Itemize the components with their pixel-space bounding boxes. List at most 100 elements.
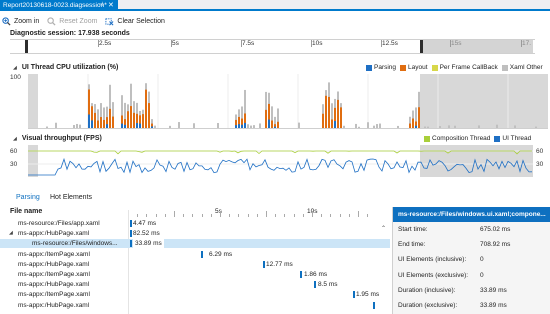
xaml-other-bar xyxy=(250,125,252,128)
xaml-other-bar xyxy=(535,126,537,128)
tree-row-file-name: ms-resource:/Files/app.xaml xyxy=(18,220,100,227)
tree-row[interactable]: ms-appx:/ItemPage.xaml 6.29 ms xyxy=(0,250,390,259)
tree-row[interactable]: ms-appx:/HubPage.xaml xyxy=(0,301,390,310)
clear-selection-label: Clear Selection xyxy=(117,17,165,25)
details-value: 708.92 ms xyxy=(480,241,511,249)
duration-bar[interactable] xyxy=(314,281,316,289)
timeline-tick xyxy=(238,214,240,217)
parsing-timeline-ruler: 5s 10s xyxy=(128,208,375,217)
tab-parsing[interactable]: Parsing xyxy=(16,192,40,204)
toolbar: Zoom in Reset Zoom Clear Selection xyxy=(0,13,550,29)
timeline-tick xyxy=(293,214,295,217)
cpu-utilization-chart[interactable] xyxy=(28,74,548,129)
fps-legend: Composition Thread UI Thread xyxy=(420,135,531,142)
parsing-bar xyxy=(238,124,240,128)
document-tab-strip: Report20130618-0023.diagsession* ⊣ ✕ xyxy=(0,0,550,11)
clear-selection-button[interactable]: Clear Selection xyxy=(105,14,165,28)
layout-bar xyxy=(322,113,324,128)
session-ruler[interactable]: 2.5s 5s 7.5s 10s 12.5s 15s 17. xyxy=(10,39,535,54)
details-key: Duration (exclusive): xyxy=(398,302,458,309)
session-duration-label: Diagnostic session: 17.938 seconds xyxy=(10,30,130,37)
scroll-up-chevron-icon[interactable]: ⌃ xyxy=(381,225,386,232)
tree-row[interactable]: ◢ ms-appx:/HubPage.xaml 82.52 ms xyxy=(0,229,390,238)
layout-bar xyxy=(100,117,102,128)
timeline-tick xyxy=(266,211,267,217)
timeline-tick xyxy=(358,211,359,217)
timeline-tick xyxy=(321,214,323,217)
layout-bar xyxy=(409,123,411,128)
zoom-in-button[interactable]: Zoom in xyxy=(2,14,39,28)
details-row: Start time: 675.02 ms xyxy=(393,223,550,237)
details-value: 0 xyxy=(480,256,484,264)
file-name-column-header[interactable]: File name xyxy=(10,208,42,215)
xaml-other-bar xyxy=(514,125,516,128)
details-row: UI Elements (exclusive): 0 xyxy=(393,269,550,283)
tree-row[interactable]: ms-appx:/ItemPage.xaml 1.95 ms xyxy=(0,290,390,299)
document-tab-title: Report20130618-0023.diagsession* xyxy=(3,2,107,9)
tab-hot-elements[interactable]: Hot Elements xyxy=(50,192,92,204)
expand-triangle-icon[interactable]: ◢ xyxy=(9,229,13,238)
duration-bar[interactable] xyxy=(353,291,355,299)
layout-bar xyxy=(133,112,135,128)
clear-selection-icon xyxy=(105,17,114,25)
legend-swatch xyxy=(400,64,407,71)
layout-bar xyxy=(130,106,132,128)
xaml-other-bar xyxy=(253,125,255,128)
legend-swatch xyxy=(431,64,438,71)
details-row: UI Elements (inclusive): 0 xyxy=(393,253,550,267)
close-icon[interactable]: ✕ xyxy=(108,0,114,11)
legend-label: Layout xyxy=(408,64,428,71)
details-value: 33.89 ms xyxy=(480,302,507,309)
duration-label: 4.47 ms xyxy=(133,220,157,227)
ruler-selection-start-handle[interactable] xyxy=(25,40,28,53)
collapse-triangle-icon[interactable]: ◢ xyxy=(13,136,17,142)
tree-row[interactable]: ms-appx:/ItemPage.xaml 1.86 ms xyxy=(0,270,390,279)
xaml-other-bar xyxy=(427,126,429,128)
chart-unselected-region xyxy=(28,74,38,129)
duration-bar[interactable] xyxy=(130,220,132,227)
timeline-tick xyxy=(348,214,350,217)
duration-bar[interactable] xyxy=(373,301,375,309)
reset-zoom-button[interactable]: Reset Zoom xyxy=(47,14,97,28)
fps-chart[interactable] xyxy=(28,145,533,177)
details-row: End time: 708.92 ms xyxy=(393,238,550,252)
xaml-other-bar xyxy=(367,122,369,128)
cpu-section-title: UI Thread CPU utilization (%) xyxy=(21,64,119,71)
timeline-tick xyxy=(210,214,212,217)
timeline-tick xyxy=(229,214,231,217)
parsing-bar xyxy=(415,125,417,128)
xaml-other-bar xyxy=(439,126,441,128)
xaml-other-bar xyxy=(379,123,381,128)
legend-label: Per Frame CallBack xyxy=(439,64,498,71)
zoom-in-icon xyxy=(2,16,11,26)
xaml-other-bar xyxy=(154,125,156,128)
duration-bar[interactable] xyxy=(300,271,302,278)
tree-row-file-name: ms-appx:/HubPage.xaml xyxy=(18,260,90,268)
ruler-tick-label: 2.5s xyxy=(99,40,112,47)
layout-bar xyxy=(109,108,111,128)
ruler-selection-end-handle[interactable] xyxy=(420,40,423,53)
tree-row[interactable]: ms-resource:/Files/windows... 33.89 ms xyxy=(0,239,390,249)
tree-row[interactable]: ms-appx:/HubPage.xaml 8.5 ms xyxy=(0,280,390,289)
duration-bar[interactable] xyxy=(130,240,132,248)
layout-bar xyxy=(148,103,150,128)
parsing-bar xyxy=(121,123,123,128)
details-key: End time: xyxy=(398,241,426,249)
duration-bar[interactable] xyxy=(201,250,203,258)
duration-bar[interactable] xyxy=(263,260,265,268)
parsing-bar xyxy=(334,120,336,128)
cpu-legend: Parsing Layout Per Frame CallBack Xaml O… xyxy=(362,64,543,71)
tree-row[interactable]: ms-appx:/HubPage.xaml 12.77 ms xyxy=(0,260,390,269)
details-key: UI Elements (exclusive): xyxy=(398,271,469,279)
legend-item-composition-thread: Composition Thread xyxy=(424,135,490,142)
duration-bar[interactable] xyxy=(130,230,132,238)
ruler-tick-label: 10s xyxy=(312,40,323,47)
details-title: ms-resource:/Files/windows.ui.xaml;compo… xyxy=(393,207,550,222)
legend-label: Xaml Other xyxy=(509,64,543,71)
pin-icon[interactable]: ⊣ xyxy=(98,0,103,11)
document-tab[interactable]: Report20130618-0023.diagsession* ⊣ ✕ xyxy=(0,0,118,11)
layout-bar xyxy=(412,118,414,128)
tree-row[interactable]: ms-resource:/Files/app.xaml 4.47 ms xyxy=(0,219,390,228)
layout-bar xyxy=(331,119,333,128)
collapse-triangle-icon[interactable]: ◢ xyxy=(13,65,17,71)
